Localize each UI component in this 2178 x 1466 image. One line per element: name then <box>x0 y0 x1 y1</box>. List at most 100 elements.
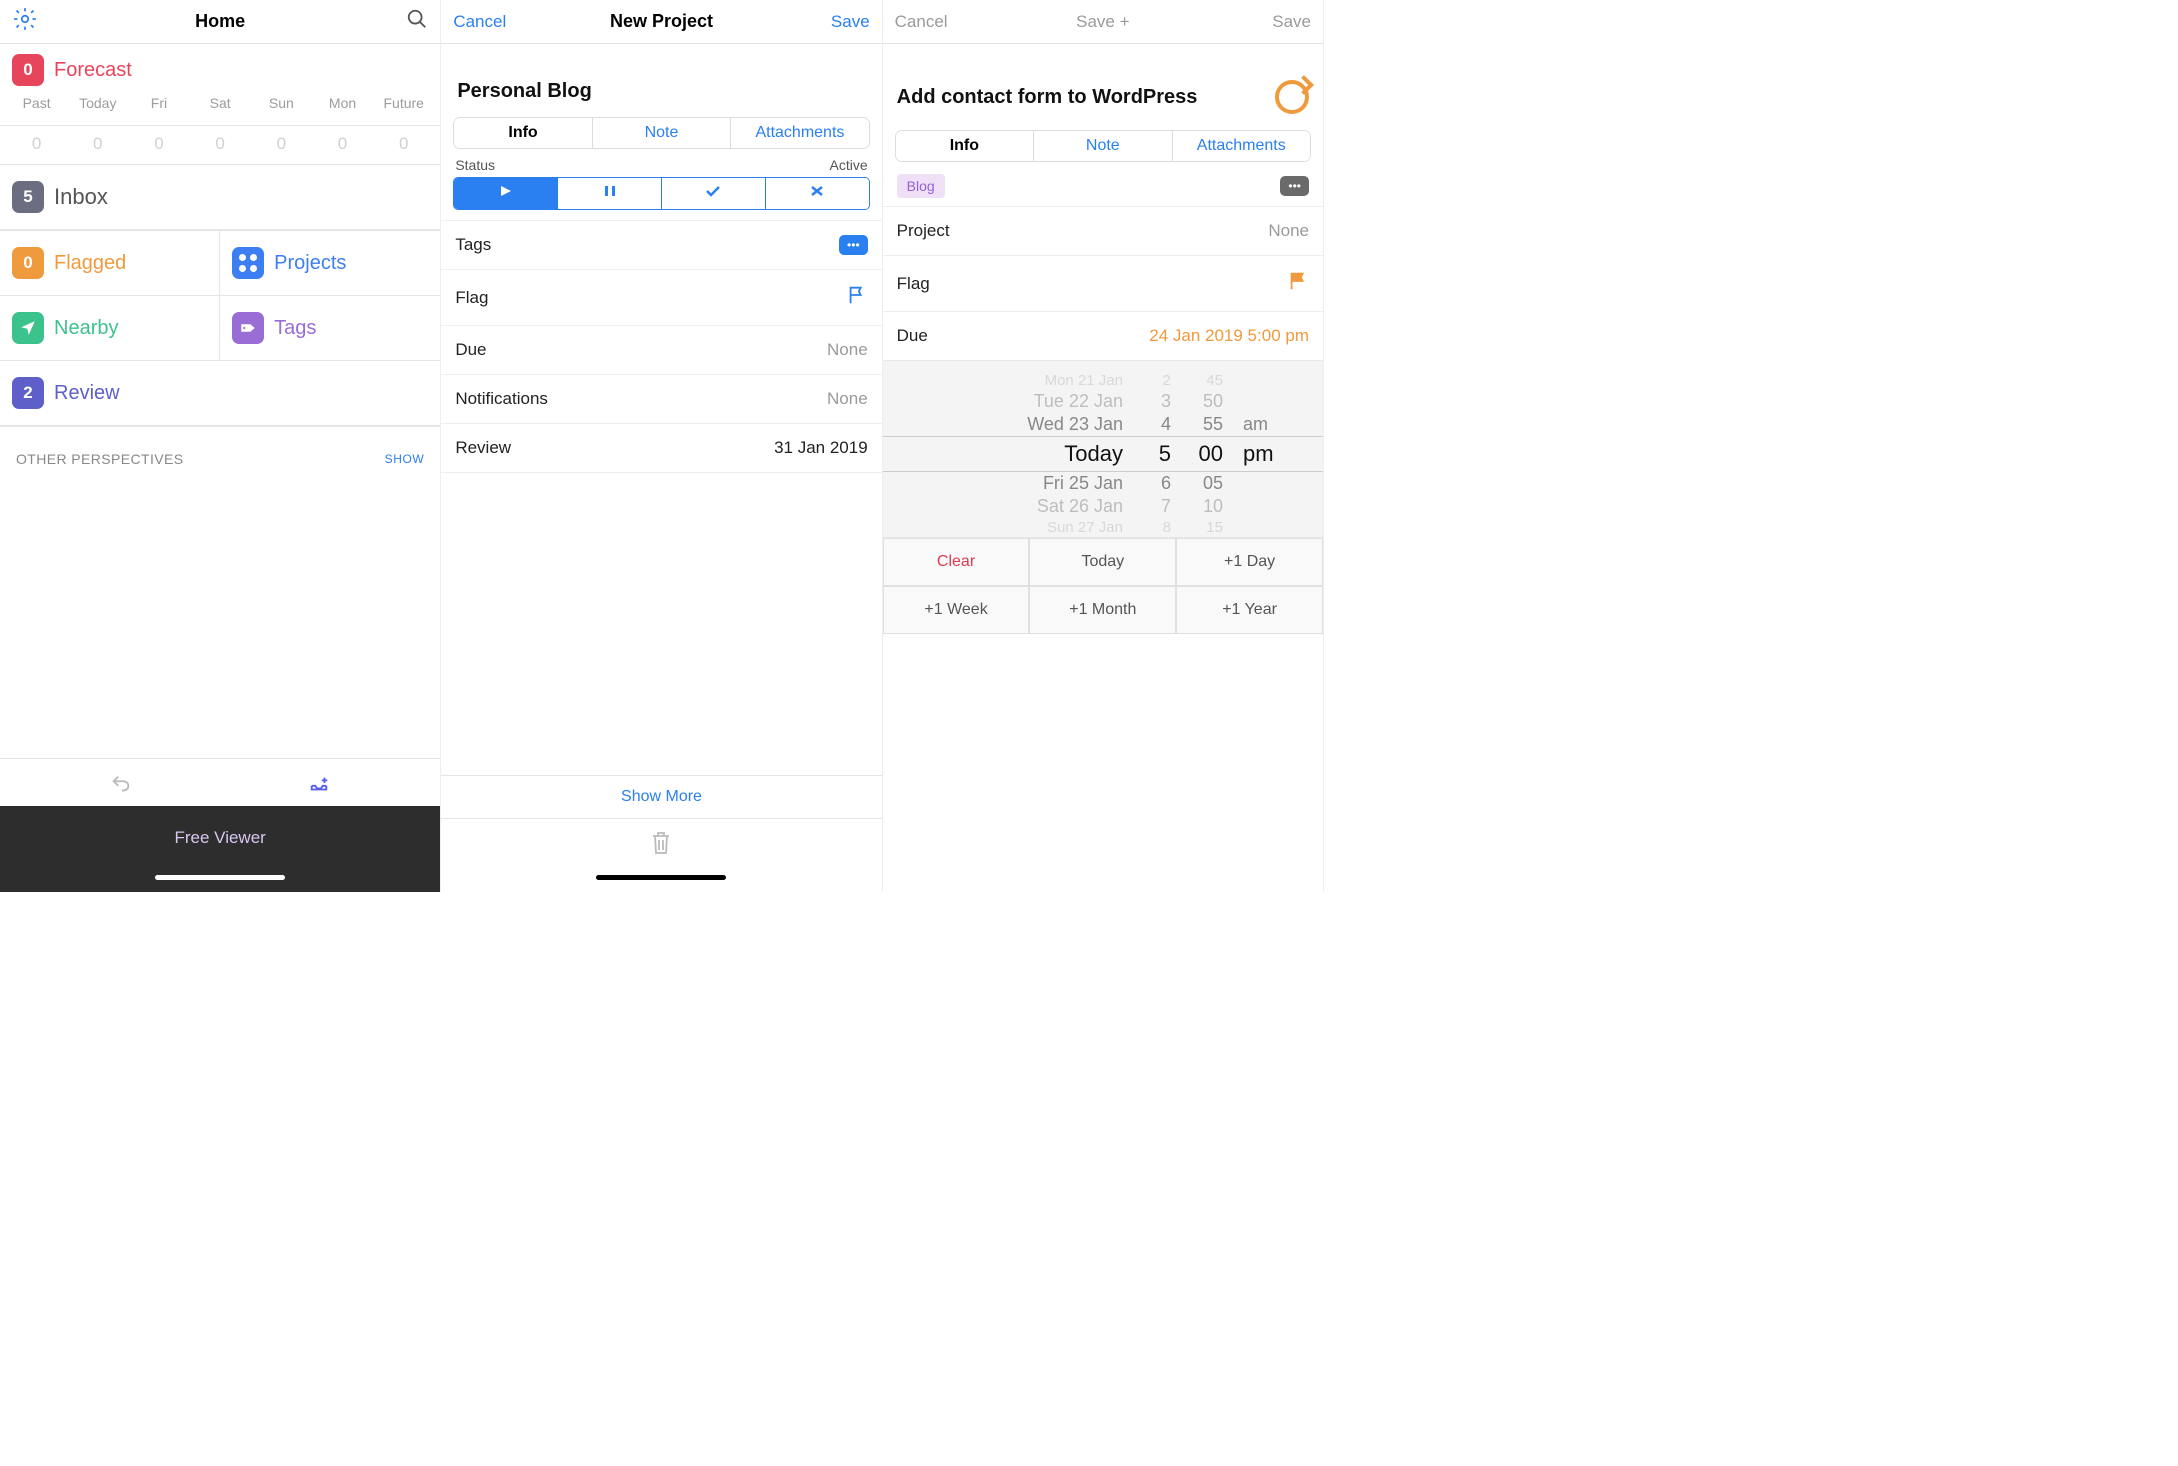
undo-icon[interactable] <box>22 773 220 800</box>
inbox-row[interactable]: 5 Inbox <box>0 164 440 230</box>
project-label: Project <box>897 221 950 241</box>
picker-row[interactable]: Sat 26 Jan710 <box>883 495 1323 518</box>
free-viewer-label: Free Viewer <box>174 828 265 847</box>
task-tags-row[interactable]: Blog ••• <box>883 166 1323 207</box>
home-title: Home <box>195 11 245 32</box>
status-done-button[interactable] <box>661 178 765 209</box>
add-to-inbox-icon[interactable] <box>220 773 418 800</box>
forecast-count: 0 <box>67 134 128 154</box>
plus-1-year-button[interactable]: +1 Year <box>1176 586 1323 634</box>
cell-flagged[interactable]: 0 Flagged <box>0 231 220 296</box>
search-icon[interactable] <box>366 8 428 35</box>
tab-note[interactable]: Note <box>592 118 730 148</box>
flag-label: Flag <box>897 274 930 294</box>
tab-attachments[interactable]: Attachments <box>730 118 868 148</box>
inbox-badge-icon: 5 <box>12 181 44 213</box>
picker-row[interactable]: Today500pm <box>883 436 1323 472</box>
picker-row[interactable]: Fri 25 Jan605 <box>883 472 1323 495</box>
cell-projects[interactable]: Projects <box>220 231 440 296</box>
due-value: None <box>827 340 868 360</box>
tab-info[interactable]: Info <box>454 118 591 148</box>
tag-pill[interactable]: Blog <box>897 174 945 198</box>
flag-icon[interactable] <box>846 284 868 311</box>
notifications-label: Notifications <box>455 389 548 409</box>
flag-icon[interactable] <box>1287 270 1309 297</box>
detail-tab-bar: Info Note Attachments <box>453 117 869 149</box>
save-button[interactable]: Save <box>1249 12 1311 32</box>
settings-gear-icon[interactable] <box>12 6 74 37</box>
cancel-button[interactable]: Cancel <box>453 12 515 32</box>
save-button[interactable]: Save <box>808 12 870 32</box>
forecast-badge-icon: 0 <box>12 54 44 86</box>
other-perspectives-row: OTHER PERSPECTIVES SHOW <box>0 426 440 475</box>
review-row[interactable]: Review 31 Jan 2019 <box>441 424 881 473</box>
tags-picker-icon[interactable]: ••• <box>839 235 868 255</box>
task-flag-row[interactable]: Flag <box>883 256 1323 312</box>
panel-home: Home 0 Forecast PastTodayFriSatSunMonFut… <box>0 0 441 892</box>
save-plus-button[interactable]: Save + <box>957 12 1249 32</box>
forecast-day[interactable]: Sun <box>251 95 312 111</box>
show-more-button[interactable]: Show More <box>441 775 881 818</box>
picker-row[interactable]: Wed 23 Jan455am <box>883 413 1323 436</box>
forecast-day[interactable]: Fri <box>128 95 189 111</box>
task-project-row[interactable]: Project None <box>883 207 1323 256</box>
show-button[interactable]: SHOW <box>385 452 425 466</box>
forecast-day[interactable]: Future <box>373 95 434 111</box>
project-name-field[interactable]: Personal Blog <box>441 44 881 117</box>
plus-1-week-button[interactable]: +1 Week <box>883 586 1030 634</box>
tab-note[interactable]: Note <box>1033 131 1171 161</box>
picker-row[interactable]: Mon 21 Jan245 <box>883 371 1323 390</box>
free-viewer-banner[interactable]: Free Viewer <box>0 806 440 892</box>
cell-nearby[interactable]: Nearby <box>0 296 220 361</box>
status-dropped-button[interactable] <box>765 178 869 209</box>
nearby-label: Nearby <box>54 317 118 340</box>
task-title[interactable]: Add contact form to WordPress <box>897 86 1198 109</box>
cancel-button[interactable]: Cancel <box>895 12 957 32</box>
home-indicator-icon <box>155 875 285 880</box>
forecast-count: 0 <box>312 134 373 154</box>
notifications-value: None <box>827 389 868 409</box>
due-row[interactable]: Due None <box>441 326 881 375</box>
forecast-label: Forecast <box>54 59 132 82</box>
plus-1-month-button[interactable]: +1 Month <box>1029 586 1176 634</box>
new-project-header: Cancel New Project Save <box>441 0 881 44</box>
new-project-title: New Project <box>610 11 713 32</box>
nearby-icon <box>12 312 44 344</box>
review-value: 31 Jan 2019 <box>774 438 868 458</box>
review-label: Review <box>54 382 120 405</box>
status-onhold-button[interactable] <box>557 178 661 209</box>
status-active-button[interactable] <box>454 178 557 209</box>
forecast-day[interactable]: Past <box>6 95 67 111</box>
inbox-label: Inbox <box>54 184 108 210</box>
panel-new-project: Cancel New Project Save Personal Blog In… <box>441 0 882 892</box>
flag-row[interactable]: Flag <box>441 270 881 326</box>
forecast-row[interactable]: 0 Forecast <box>0 44 440 93</box>
plus-1-day-button[interactable]: +1 Day <box>1176 538 1323 586</box>
cell-review[interactable]: 2 Review <box>0 361 440 426</box>
forecast-day[interactable]: Mon <box>312 95 373 111</box>
task-status-circle-icon[interactable] <box>1275 80 1309 114</box>
cell-tags[interactable]: Tags <box>220 296 440 361</box>
task-due-row[interactable]: Due 24 Jan 2019 5:00 pm <box>883 312 1323 360</box>
other-perspectives-label: OTHER PERSPECTIVES <box>16 451 183 467</box>
status-line: Status Active <box>441 153 881 177</box>
picker-row[interactable]: Sun 27 Jan815 <box>883 518 1323 537</box>
clear-button[interactable]: Clear <box>883 538 1030 586</box>
tags-row[interactable]: Tags ••• <box>441 220 881 270</box>
tags-picker-icon[interactable]: ••• <box>1280 176 1309 196</box>
status-label: Status <box>455 157 495 173</box>
forecast-day[interactable]: Sat <box>190 95 251 111</box>
date-quick-grid: Clear Today +1 Day +1 Week +1 Month +1 Y… <box>883 538 1323 634</box>
forecast-count: 0 <box>190 134 251 154</box>
forecast-count: 0 <box>128 134 189 154</box>
tab-info[interactable]: Info <box>896 131 1033 161</box>
picker-row[interactable]: Tue 22 Jan350 <box>883 390 1323 413</box>
flagged-badge-icon: 0 <box>12 247 44 279</box>
tab-attachments[interactable]: Attachments <box>1172 131 1310 161</box>
today-button[interactable]: Today <box>1029 538 1176 586</box>
notifications-row[interactable]: Notifications None <box>441 375 881 424</box>
task-title-row: Add contact form to WordPress <box>883 44 1323 130</box>
trash-icon[interactable] <box>649 844 673 861</box>
forecast-day[interactable]: Today <box>67 95 128 111</box>
date-picker[interactable]: Mon 21 Jan245Tue 22 Jan350Wed 23 Jan455a… <box>883 360 1323 538</box>
